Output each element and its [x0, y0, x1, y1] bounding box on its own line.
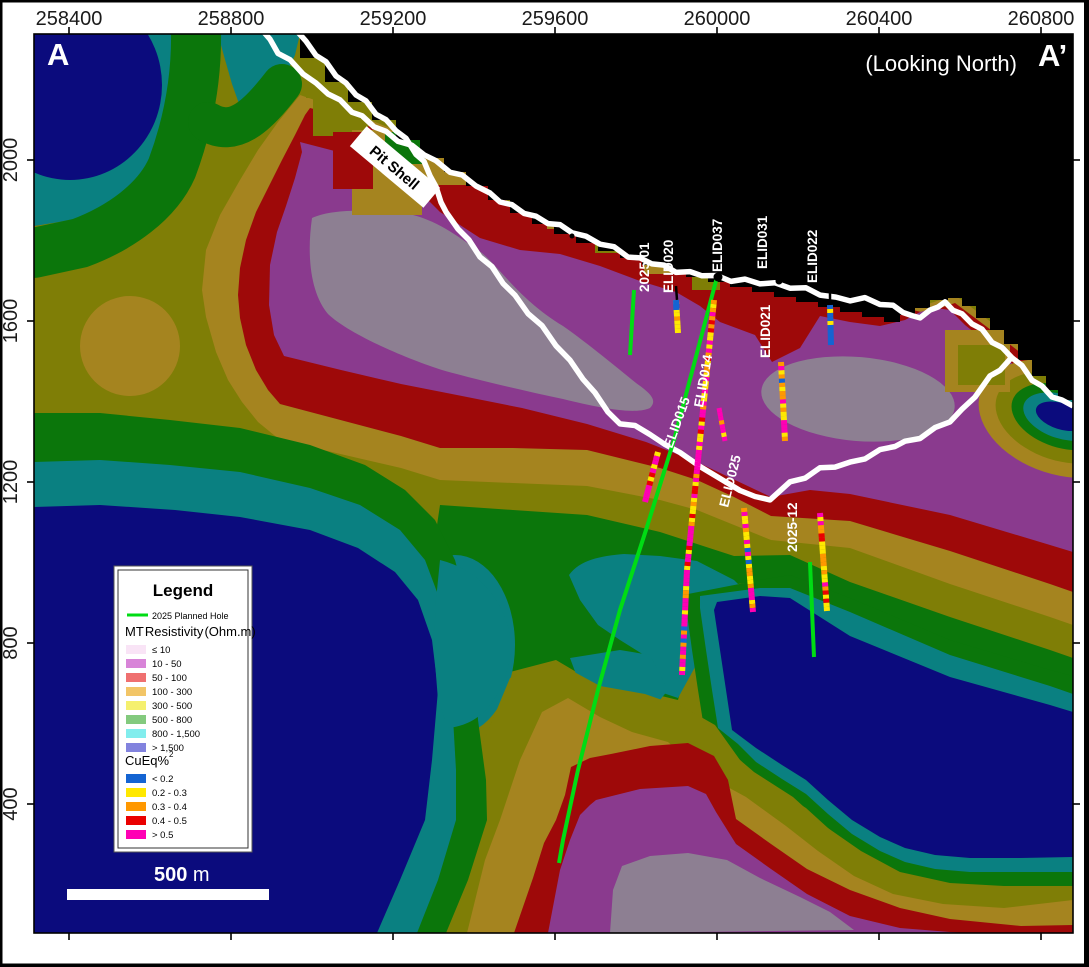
- svg-text:2000: 2000: [0, 138, 22, 183]
- svg-text:(Looking North): (Looking North): [865, 51, 1017, 76]
- svg-text:800: 800: [0, 626, 22, 659]
- svg-text:> 0.5: > 0.5: [152, 830, 173, 841]
- svg-text:ELID021: ELID021: [758, 304, 773, 358]
- svg-text:500 m: 500 m: [154, 864, 210, 886]
- svg-text:1600: 1600: [0, 299, 22, 344]
- svg-text:260000: 260000: [684, 8, 751, 30]
- svg-text:2025-01: 2025-01: [637, 242, 652, 292]
- svg-text:260800: 260800: [1008, 8, 1075, 30]
- svg-text:< 0.2: < 0.2: [152, 774, 173, 785]
- svg-text:2025 Planned Hole: 2025 Planned Hole: [152, 611, 229, 621]
- svg-text:ELID022: ELID022: [805, 230, 820, 283]
- svg-text:A: A: [47, 37, 69, 72]
- svg-text:ELID037: ELID037: [710, 219, 725, 272]
- svg-text:2: 2: [169, 750, 174, 759]
- svg-text:100 - 300: 100 - 300: [152, 687, 192, 698]
- svg-text:ELID020: ELID020: [661, 240, 676, 293]
- svg-text:ELID031: ELID031: [755, 215, 770, 269]
- svg-text:259600: 259600: [522, 8, 589, 30]
- svg-text:10 - 50: 10 - 50: [152, 659, 182, 670]
- svg-text:MT Resistivity (Ohm.m): MT Resistivity (Ohm.m): [125, 624, 256, 639]
- svg-text:260400: 260400: [846, 8, 913, 30]
- svg-text:258800: 258800: [198, 8, 265, 30]
- svg-text:A’: A’: [1038, 38, 1067, 73]
- svg-text:CuEq%: CuEq%: [125, 753, 170, 768]
- svg-text:800 - 1,500: 800 - 1,500: [152, 729, 200, 740]
- svg-text:1200: 1200: [0, 460, 22, 505]
- svg-text:300 - 500: 300 - 500: [152, 701, 192, 712]
- svg-text:0.3 - 0.4: 0.3 - 0.4: [152, 802, 187, 813]
- svg-text:2025-12: 2025-12: [785, 502, 800, 552]
- svg-text:≤ 10: ≤ 10: [152, 645, 170, 656]
- svg-text:259200: 259200: [360, 8, 427, 30]
- svg-text:50 - 100: 50 - 100: [152, 673, 187, 684]
- svg-text:500 - 800: 500 - 800: [152, 715, 192, 726]
- svg-text:Legend: Legend: [153, 581, 213, 600]
- svg-text:0.2 - 0.3: 0.2 - 0.3: [152, 788, 187, 799]
- svg-text:400: 400: [0, 787, 22, 820]
- svg-text:0.4 - 0.5: 0.4 - 0.5: [152, 816, 187, 827]
- svg-text:258400: 258400: [36, 8, 103, 30]
